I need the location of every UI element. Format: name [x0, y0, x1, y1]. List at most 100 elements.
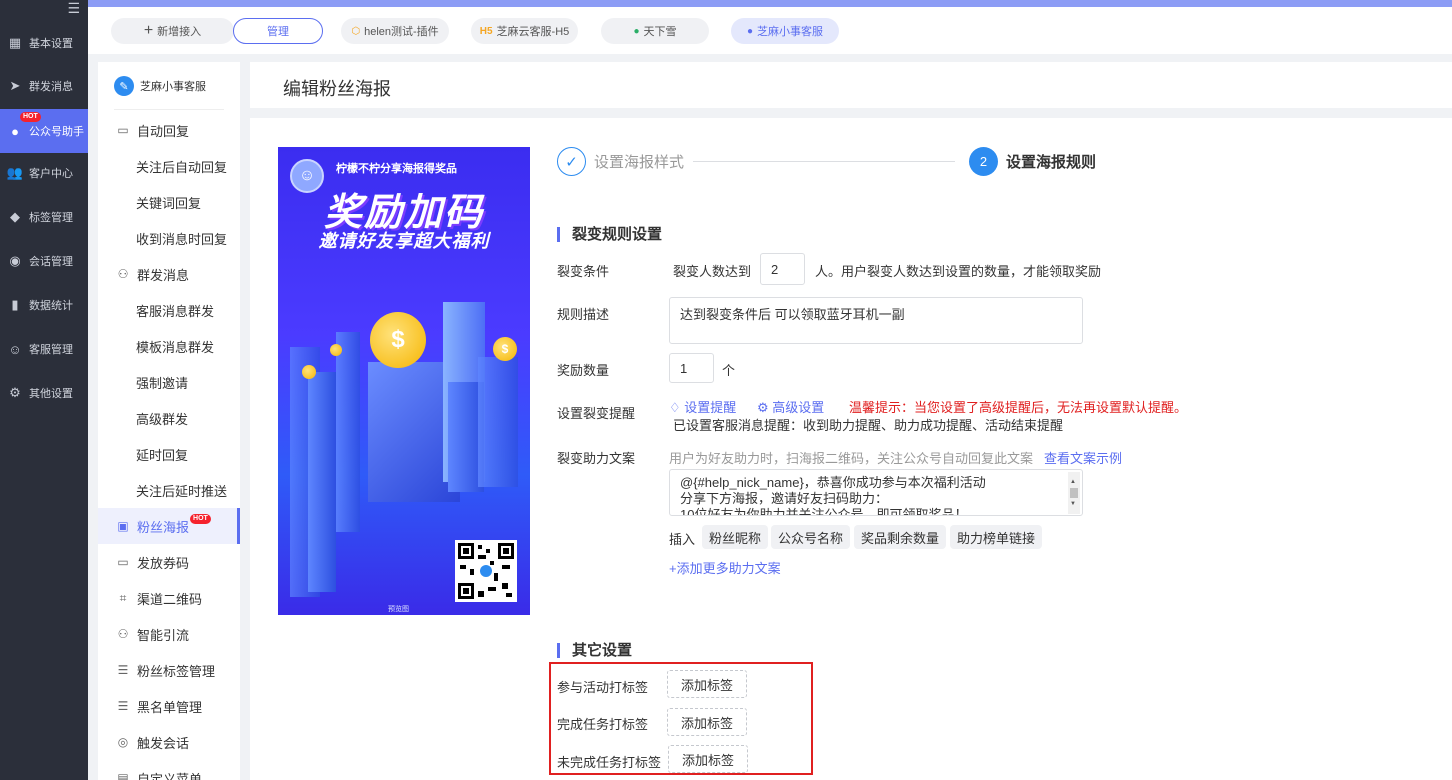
submenu-item[interactable]: ☰ 黑名单管理: [98, 688, 240, 724]
h5-icon: H5: [479, 25, 493, 37]
help-text-hint: 用户为好友助力时，扫海报二维码，关注公众号自动回复此文案: [669, 451, 1034, 466]
reward-count-input[interactable]: 1: [669, 353, 714, 383]
nav-item-official-account[interactable]: ● 公众号助手 HOT: [0, 109, 88, 153]
manage-label: 管理: [267, 26, 289, 38]
help-text-textarea[interactable]: @{#help_nick_name}，恭喜你成功参与本次福利活动 分享下方海报，…: [669, 469, 1083, 516]
advanced-settings-link[interactable]: ⚙ 高级设置: [757, 397, 824, 416]
reward-label: 奖励数量: [557, 363, 610, 378]
nav-item-basic-settings[interactable]: ▦ 基本设置: [0, 23, 88, 63]
step-poster-style[interactable]: ✓ 设置海报样式: [557, 147, 684, 176]
submenu-item-label: 发放券码: [137, 555, 190, 571]
add-tag-incomplete-button[interactable]: 添加标签: [668, 745, 748, 773]
step-label: 设置海报规则: [1006, 154, 1097, 171]
page-title: 编辑粉丝海报: [283, 79, 391, 99]
new-access-label: 新增接入: [157, 26, 202, 38]
submenu-item[interactable]: ☰ 粉丝标签管理: [98, 652, 240, 688]
tab-label: 芝麻小事客服: [757, 26, 824, 38]
insert-chip-account-name[interactable]: 公众号名称: [771, 525, 851, 549]
nav-item-label: 客服管理: [29, 344, 73, 356]
divider: [114, 109, 224, 110]
nav-item-mass-message[interactable]: ➤ 群发消息: [0, 66, 88, 106]
submenu-item-label: 自定义菜单: [137, 771, 203, 780]
tab-zhima-h5[interactable]: H5 芝麻云客服-H5: [471, 18, 578, 44]
tab-zhima-xiaoshi[interactable]: ● 芝麻小事客服: [731, 18, 839, 44]
rule-desc-textarea[interactable]: 达到裂变条件后 可以领取蓝牙耳机一副: [669, 297, 1083, 344]
nav-item-label: 其他设置: [29, 388, 73, 400]
tab-label: helen测试-插件: [364, 26, 439, 38]
fission-count-input[interactable]: 2: [760, 253, 805, 285]
gear-icon: ⚙: [757, 400, 769, 415]
tab-label: 芝麻云客服-H5: [496, 26, 570, 38]
condition-suffix: 人。用户裂变人数达到设置的数量，才能领取奖励: [815, 264, 1102, 279]
submenu-item[interactable]: 客服消息群发: [98, 292, 240, 328]
condition-prefix: 裂变人数达到: [673, 264, 752, 279]
nav-item-sessions[interactable]: ◉ 会话管理: [0, 241, 88, 281]
submenu-item[interactable]: 收到消息时回复: [98, 220, 240, 256]
submenu-item-label: 智能引流: [137, 627, 190, 643]
insert-chip-prize-remaining[interactable]: 奖品剩余数量: [854, 525, 947, 549]
submenu-item[interactable]: 关注后自动回复: [98, 148, 240, 184]
users-icon: 👥: [6, 165, 24, 180]
submenu-item[interactable]: ⚇ 群发消息: [98, 256, 240, 292]
submenu-item[interactable]: ⌗ 渠道二维码: [98, 580, 240, 616]
help-text-label: 裂变助力文案: [557, 451, 636, 466]
plus-icon: +: [143, 22, 154, 39]
coin-icon: [302, 365, 316, 379]
poster-pillar: [478, 357, 518, 487]
list-icon: ☰: [117, 699, 129, 713]
nav-item-other-settings[interactable]: ⚙ 其他设置: [0, 373, 88, 413]
nav-item-service[interactable]: ☺ 客服管理: [0, 329, 88, 369]
collapse-menu-icon[interactable]: ☰: [67, 0, 80, 17]
scroll-down-icon: ▼: [1070, 501, 1076, 507]
submenu-item[interactable]: 关键词回复: [98, 184, 240, 220]
manage-button[interactable]: 管理: [233, 18, 323, 44]
step-number: 2: [969, 147, 998, 176]
submenu-item-label: 群发消息: [137, 267, 190, 283]
tab-tianxiaxue[interactable]: ● 天下雪: [601, 18, 709, 44]
tab-helen-plugin[interactable]: ⬡ helen测试-插件: [341, 18, 449, 44]
nav-item-label: 客户中心: [29, 168, 73, 180]
insert-chip-fan-nickname[interactable]: 粉丝昵称: [702, 525, 769, 549]
tag-row-label: 未完成任务打标签: [557, 755, 662, 770]
message-icon: ▭: [117, 123, 129, 137]
robot-icon: ☺: [8, 341, 22, 357]
new-access-button[interactable]: + 新增接入: [111, 18, 234, 44]
account-logo-icon: ✎: [114, 76, 134, 96]
textarea-scrollbar[interactable]: ▲ ▼: [1068, 472, 1080, 514]
submenu-item-label: 关注后延时推送: [136, 483, 228, 499]
step-poster-rules: 2 设置海报规则: [969, 147, 1096, 176]
help-text-line: 分享下方海报，邀请好友扫码助力：: [680, 491, 889, 506]
submenu-item[interactable]: ◎ 触发会话: [98, 724, 240, 760]
submenu-item[interactable]: 模板消息群发: [98, 328, 240, 364]
submenu-item[interactable]: ▤ 自定义菜单: [98, 760, 240, 780]
coupon-icon: ▭: [117, 555, 129, 569]
nav-item-label: 标签管理: [29, 212, 73, 224]
account-header: ✎ 芝麻小事客服: [114, 76, 206, 96]
add-tag-join-button[interactable]: 添加标签: [667, 670, 747, 698]
submenu-item[interactable]: ▭ 自动回复: [98, 112, 240, 148]
set-remind-link[interactable]: ♢ 设置提醒: [669, 397, 736, 416]
add-more-help-text-link[interactable]: +添加更多助力文案: [669, 558, 781, 577]
reward-unit: 个: [722, 363, 736, 378]
insert-chip-ranking-link[interactable]: 助力榜单链接: [950, 525, 1043, 549]
nav-item-customers[interactable]: 👥 客户中心: [0, 153, 88, 193]
qrcode-icon: ⌗: [119, 590, 127, 605]
submenu-item[interactable]: 强制邀请: [98, 364, 240, 400]
remind-label: 设置裂变提醒: [557, 406, 636, 421]
submenu-item[interactable]: ⚇ 智能引流: [98, 616, 240, 652]
nav-item-statistics[interactable]: ▮ 数据统计: [0, 285, 88, 325]
signal-icon: ◎: [117, 735, 129, 749]
submenu-item[interactable]: 关注后延时推送: [98, 472, 240, 508]
add-tag-complete-button[interactable]: 添加标签: [667, 708, 747, 736]
section-title-other: 其它设置: [557, 643, 632, 658]
view-example-link[interactable]: 查看文案示例: [1044, 448, 1122, 467]
hot-badge: HOT: [190, 514, 211, 524]
coin-icon: $: [493, 337, 517, 361]
submenu-item[interactable]: ▭ 发放券码: [98, 544, 240, 580]
nav-item-tags[interactable]: ◆ 标签管理: [0, 197, 88, 237]
submenu-item[interactable]: ▣ 粉丝海报 HOT: [98, 508, 240, 544]
submenu-item[interactable]: 延时回复: [98, 436, 240, 472]
coin-icon: $: [370, 312, 426, 368]
submenu-item[interactable]: 高级群发: [98, 400, 240, 436]
users-icon: ⚇: [117, 267, 129, 281]
